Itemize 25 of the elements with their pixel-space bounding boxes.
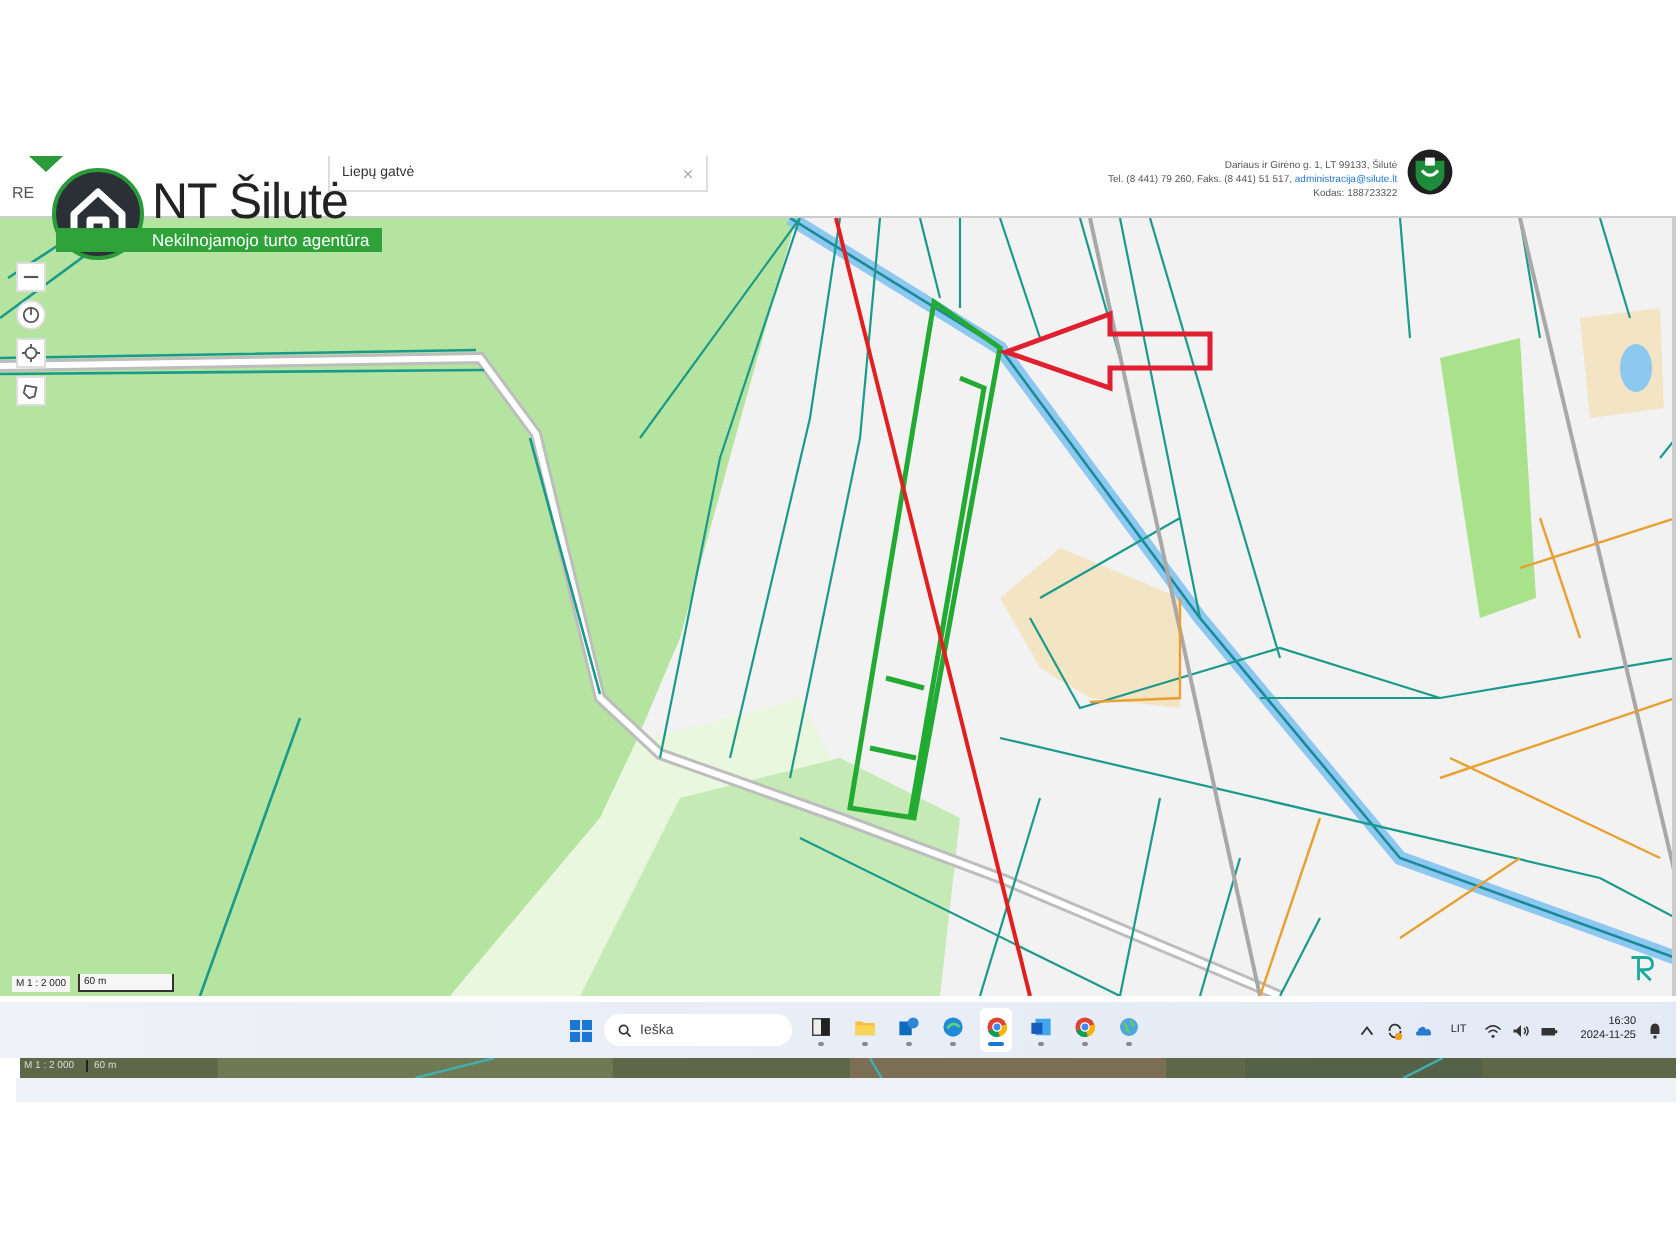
close-icon[interactable] [682, 167, 694, 179]
windows-start-icon[interactable] [570, 1019, 592, 1041]
mail-icon [897, 1015, 919, 1037]
app-label: RE [12, 184, 35, 202]
r-logo-icon [1628, 952, 1656, 984]
browser-icon [1073, 1015, 1095, 1037]
search-icon [618, 1023, 632, 1037]
zoom-out-button[interactable] [16, 262, 46, 292]
browser-icon [985, 1015, 1007, 1037]
polygon-icon [22, 382, 40, 400]
browser-icon [941, 1015, 963, 1037]
notification-bell-icon[interactable] [1646, 1021, 1664, 1039]
tagline-text: Nekilnojamojo turto agentūra [56, 228, 382, 252]
wifi-icon[interactable] [1484, 1021, 1503, 1039]
globe-icon [1117, 1015, 1139, 1037]
area-button[interactable] [16, 376, 46, 406]
sync-icon[interactable] [1386, 1021, 1405, 1039]
target-icon [22, 344, 40, 362]
chevron-up-icon[interactable] [1358, 1021, 1377, 1039]
document-icon [1029, 1015, 1051, 1037]
locate-button[interactable] [16, 338, 46, 368]
compass-icon [22, 306, 40, 324]
speaker-icon[interactable] [1512, 1021, 1531, 1039]
window-icon [809, 1015, 831, 1037]
cloud-icon[interactable] [1414, 1021, 1433, 1039]
